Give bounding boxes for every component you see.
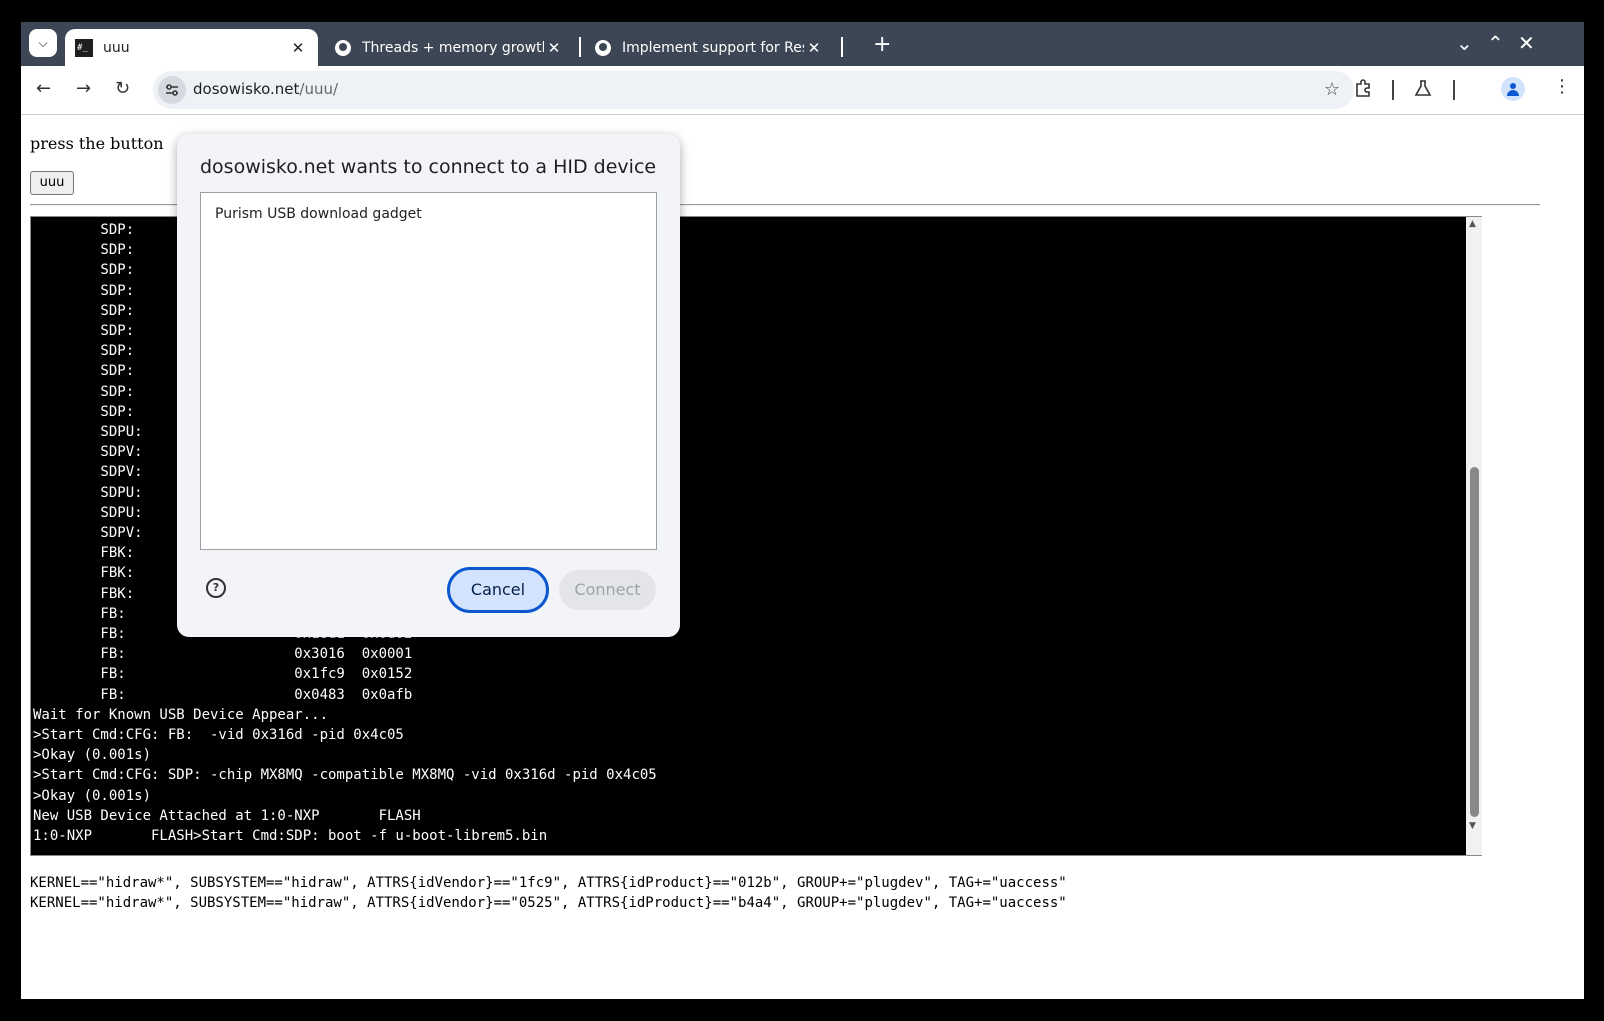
hid-permission-dialog: dosowisko.net wants to connect to a HID … [177,134,680,637]
close-icon[interactable]: ✕ [544,39,564,57]
bookmark-star-icon[interactable]: ☆ [1324,79,1340,100]
chevron-down-icon: ⌵ [38,35,48,50]
svg-text:#_: #_ [77,43,88,53]
cancel-button[interactable]: Cancel [447,567,549,613]
url-text: dosowisko.net/uuu/ [193,80,338,98]
extensions-icon[interactable] [1354,79,1372,102]
labs-flask-icon[interactable] [1414,79,1432,102]
tab-separator [579,37,581,57]
tab-title: uuu [103,39,130,56]
scrollbar-thumb[interactable] [1470,467,1479,817]
github-icon [594,39,612,57]
reload-icon[interactable]: ↻ [115,78,130,99]
browser-window: ⌵ #_ uuu ✕ Threads + memory growth - ✕ I… [21,22,1584,999]
tab-separator [841,37,843,57]
new-tab-button[interactable]: + [873,32,891,57]
address-bar[interactable]: dosowisko.net/uuu/ ☆ [153,71,1354,109]
github-icon [334,39,352,57]
device-list[interactable]: Purism USB download gadget [200,192,657,550]
site-info-icon[interactable] [158,76,186,104]
dialog-title: dosowisko.net wants to connect to a HID … [200,156,657,178]
maximize-icon[interactable]: ⌃ [1487,31,1504,55]
tab-uuu[interactable]: #_ uuu ✕ [65,29,318,66]
toolbar-separator [1453,80,1455,100]
udev-rules-text: KERNEL=="hidraw*", SUBSYSTEM=="hidraw", … [30,875,1067,911]
tab-threads[interactable]: Threads + memory growth - ✕ [324,29,574,66]
tab-search-button[interactable]: ⌵ [29,29,57,57]
url-path: /uuu/ [299,80,339,98]
close-window-icon[interactable]: ✕ [1518,31,1535,55]
kebab-menu-icon[interactable]: ⋮ [1553,76,1571,97]
terminal-scrollbar[interactable]: ▲ ▼ [1466,216,1482,856]
tab-title: Threads + memory growth - [362,39,544,56]
scroll-down-icon[interactable]: ▼ [1469,821,1476,831]
tab-strip: ⌵ #_ uuu ✕ Threads + memory growth - ✕ I… [21,22,1584,66]
chevron-down-icon[interactable]: ⌄ [1456,31,1473,55]
back-icon[interactable]: ← [36,78,51,99]
forward-icon[interactable]: → [76,78,91,99]
instruction-text: press the button [30,134,164,153]
tab-title: Implement support for Resiz [622,39,804,56]
connect-button[interactable]: Connect [559,570,656,610]
profile-avatar-icon[interactable] [1501,77,1525,101]
scroll-up-icon[interactable]: ▲ [1469,219,1476,229]
uuu-button[interactable]: uuu [30,171,74,195]
close-icon[interactable]: ✕ [288,39,308,57]
help-icon[interactable]: ? [206,578,226,598]
terminal-icon: #_ [75,38,93,57]
device-item[interactable]: Purism USB download gadget [215,206,422,222]
url-host: dosowisko.net [193,80,300,98]
toolbar: ← → ↻ dosowisko.net/uuu/ ☆ ⋮ [21,66,1584,115]
tab-implement[interactable]: Implement support for Resiz ✕ [584,29,834,66]
close-icon[interactable]: ✕ [804,39,824,57]
toolbar-separator [1392,80,1394,100]
